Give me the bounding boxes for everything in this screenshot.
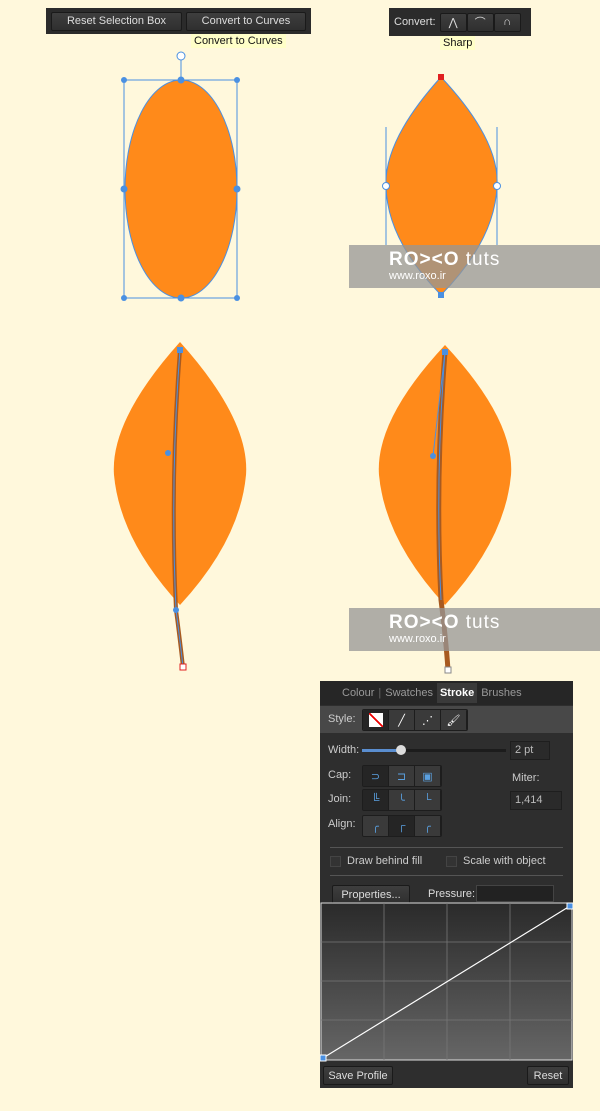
miter-label: Miter:: [512, 772, 540, 784]
join-label: Join:: [328, 793, 352, 805]
pressure-curve-graph[interactable]: [320, 902, 573, 1062]
align-label: Align:: [328, 818, 356, 830]
reset-button[interactable]: Reset: [527, 1066, 569, 1085]
stroke-panel: Colour | Swatches Stroke Brushes Style: ╱…: [320, 681, 573, 1088]
dashed-line-icon[interactable]: ⋰: [415, 710, 441, 730]
watermark-suffix: tuts: [465, 612, 501, 633]
width-slider[interactable]: [362, 745, 506, 755]
style-label: Style:: [328, 713, 356, 725]
solid-line-icon[interactable]: ╱: [389, 710, 415, 730]
no-stroke-icon[interactable]: [363, 710, 389, 730]
tab-stroke[interactable]: Stroke: [436, 683, 478, 703]
align-center-icon[interactable]: ╭: [363, 816, 389, 836]
width-input[interactable]: 2 pt: [510, 741, 550, 760]
tab-swatches[interactable]: Swatches: [385, 687, 433, 699]
tab-colour[interactable]: Colour: [342, 687, 374, 699]
miter-input[interactable]: 1,414: [510, 791, 562, 810]
divider: [330, 847, 563, 848]
align-inside-icon[interactable]: ┌: [389, 816, 415, 836]
bevel-join-icon[interactable]: └: [415, 790, 441, 810]
leaf-with-stem-1: [113, 342, 247, 671]
tab-brushes[interactable]: Brushes: [481, 687, 521, 699]
brush-icon[interactable]: 🖌: [441, 710, 467, 730]
pressure-label: Pressure:: [428, 888, 476, 900]
align-outside-icon[interactable]: ╭: [415, 816, 441, 836]
watermark-url: www.roxo.ir: [389, 633, 446, 645]
draw-behind-fill-checkbox[interactable]: Draw behind fill: [330, 855, 422, 867]
ellipse-shape: [120, 51, 241, 302]
save-profile-button[interactable]: Save Profile: [323, 1066, 393, 1085]
watermark: RO><O tuts www.roxo.ir: [349, 245, 600, 288]
style-segment: ╱ ⋰ 🖌: [362, 709, 468, 731]
pressure-preview[interactable]: [476, 885, 554, 902]
watermark: RO><O tuts www.roxo.ir: [349, 608, 600, 651]
miter-join-icon[interactable]: ╚: [363, 790, 389, 810]
round-cap-icon[interactable]: ⊃: [363, 766, 389, 786]
watermark-url: www.roxo.ir: [389, 270, 446, 282]
cap-label: Cap:: [328, 769, 352, 781]
curve-point[interactable]: [320, 1054, 327, 1062]
watermark-brand: RO><O: [389, 612, 460, 633]
round-join-icon[interactable]: ╰: [389, 790, 415, 810]
style-row: Style: ╱ ⋰ 🖌: [320, 706, 573, 733]
divider: [330, 875, 563, 876]
watermark-suffix: tuts: [465, 249, 501, 270]
curve-point[interactable]: [566, 902, 573, 910]
square-cap-icon[interactable]: ⊐: [389, 766, 415, 786]
width-label: Width:: [328, 744, 360, 756]
slider-thumb[interactable]: [396, 745, 406, 755]
align-segment: ╭ ┌ ╭: [362, 815, 442, 837]
join-segment: ╚ ╰ └: [362, 789, 442, 811]
cap-segment: ⊃ ⊐ ▣: [362, 765, 442, 787]
watermark-brand: RO><O: [389, 249, 460, 270]
butt-cap-icon[interactable]: ▣: [415, 766, 441, 786]
scale-with-object-checkbox[interactable]: Scale with object: [446, 855, 546, 867]
panel-tabs: Colour | Swatches Stroke Brushes: [320, 681, 573, 705]
